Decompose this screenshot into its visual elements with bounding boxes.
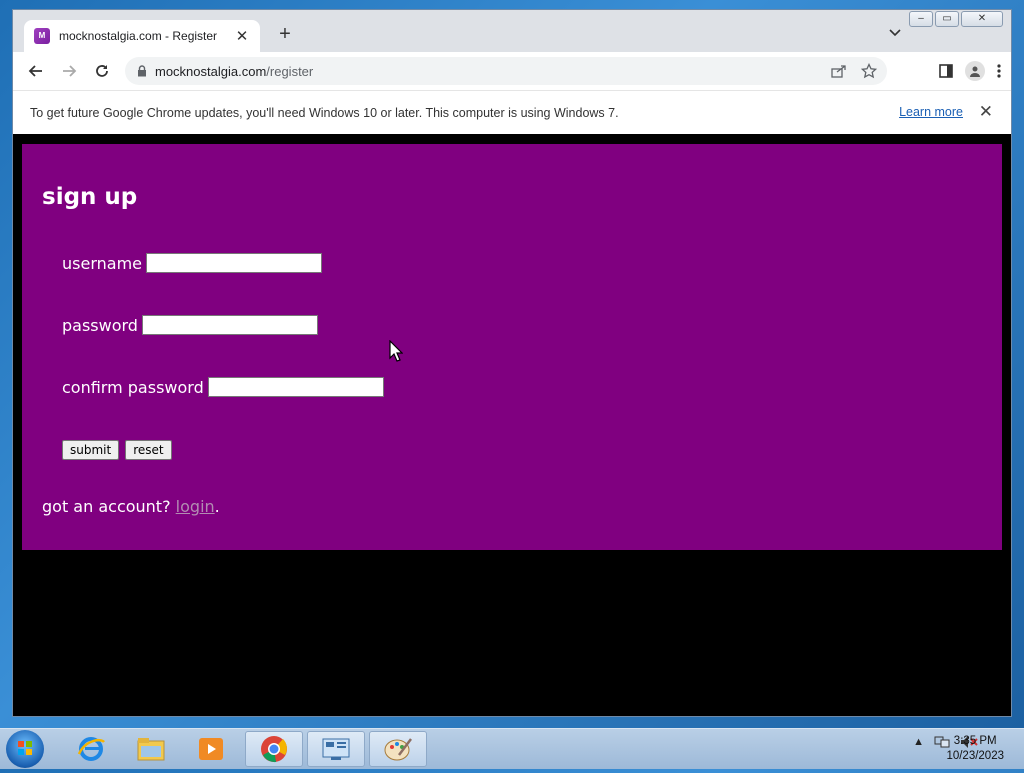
profile-avatar-icon[interactable] (965, 61, 985, 81)
forward-arrow-icon (63, 65, 77, 77)
address-bar[interactable]: mocknostalgia.com/register (125, 57, 887, 85)
windows-logo-icon (18, 741, 32, 755)
username-row: username (62, 253, 322, 273)
taskbar-paint[interactable] (369, 731, 427, 767)
password-row: password (62, 315, 318, 335)
account-prompt: got an account? login. (42, 497, 220, 516)
page-viewport: sign up username password confirm passwo… (13, 134, 1011, 716)
confirm-password-input[interactable] (207, 377, 384, 397)
clock-date: 10/23/2023 (946, 750, 1004, 762)
reload-icon (96, 65, 108, 77)
site-favicon-icon: M (34, 28, 50, 44)
taskbar: ▲ 3:35 PM 10/23/2023 (0, 728, 1024, 769)
side-panel-icon[interactable] (939, 64, 953, 78)
url-path: /register (266, 63, 314, 79)
system-clock[interactable]: 3:35 PM 10/23/2023 (946, 734, 1004, 764)
confirm-password-row: confirm password (62, 377, 384, 397)
submit-button[interactable]: submit (62, 440, 120, 460)
lock-icon (138, 65, 146, 77)
password-input[interactable] (141, 315, 318, 335)
browser-toolbar: mocknostalgia.com/register (13, 52, 1011, 90)
tab-strip: M mocknostalgia.com - Register ✕ + (13, 10, 1011, 52)
page-heading: sign up (42, 184, 138, 210)
login-link[interactable]: login (176, 497, 215, 516)
chrome-icon (261, 736, 287, 763)
taskbar-ie[interactable] (62, 731, 120, 767)
taskbar-explorer[interactable] (122, 731, 180, 767)
username-label: username (62, 253, 142, 273)
url-domain: mocknostalgia.com (155, 63, 267, 79)
signup-panel: sign up username password confirm passwo… (22, 144, 1002, 550)
taskbar-chrome[interactable] (245, 731, 303, 767)
forward-button[interactable] (54, 56, 84, 86)
form-buttons: submit reset (62, 440, 172, 460)
reload-button[interactable] (87, 56, 117, 86)
username-input[interactable] (146, 253, 322, 273)
start-button[interactable] (6, 730, 44, 768)
new-tab-button[interactable]: + (275, 24, 295, 44)
taskbar-media-player[interactable] (182, 731, 240, 767)
share-icon[interactable] (831, 64, 847, 78)
account-prompt-period: . (214, 497, 220, 516)
mouse-cursor-icon (389, 340, 403, 362)
kebab-menu-icon[interactable] (997, 63, 1001, 79)
tab-title: mocknostalgia.com - Register (59, 29, 218, 43)
back-button[interactable] (21, 56, 51, 86)
internet-explorer-icon (77, 737, 105, 761)
paint-palette-icon (384, 738, 412, 761)
confirm-password-label: confirm password (62, 377, 204, 397)
reset-button[interactable]: reset (125, 440, 172, 460)
tab-search-chevron-icon[interactable] (889, 26, 901, 40)
learn-more-link[interactable]: Learn more (899, 105, 963, 119)
account-prompt-text: got an account? (42, 497, 171, 516)
show-hidden-icons-icon[interactable]: ▲ (913, 736, 924, 748)
tab-register[interactable]: M mocknostalgia.com - Register ✕ (24, 20, 260, 52)
tab-close-icon[interactable]: ✕ (234, 27, 250, 45)
url-text: mocknostalgia.com/register (155, 64, 313, 79)
password-label: password (62, 315, 138, 335)
infobar-message: To get future Google Chrome updates, you… (30, 105, 619, 120)
back-arrow-icon (28, 65, 42, 77)
update-infobar: To get future Google Chrome updates, you… (13, 90, 1011, 134)
clock-time: 3:35 PM (953, 735, 997, 747)
folder-icon (137, 738, 165, 761)
control-panel-icon (322, 738, 350, 760)
media-player-icon (199, 738, 223, 760)
taskbar-control-panel[interactable] (307, 731, 365, 767)
browser-window: – ▭ ✕ M mocknostalgia.com - Register ✕ +… (12, 9, 1012, 717)
bookmark-star-icon[interactable] (861, 63, 877, 79)
infobar-close-icon[interactable]: ✕ (979, 102, 993, 122)
